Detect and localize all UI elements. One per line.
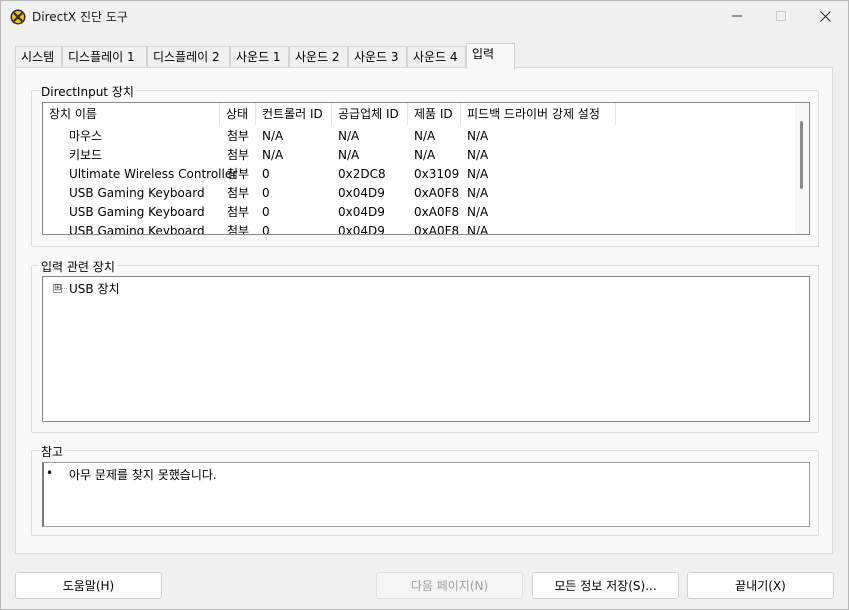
input-related-group: 입력 관련 장치 ⊞ USB 장치 [31, 258, 819, 433]
minimize-button[interactable] [714, 1, 760, 31]
ffb-driver-cell: N/A [467, 129, 489, 143]
directx-x-icon [10, 9, 26, 25]
tab-sound-1[interactable]: 사운드 1 [230, 46, 289, 68]
dxdiag-window: DirectX 진단 도구 시스템 디스플레이 1 디스플레이 2 사운드 1 … [0, 0, 849, 610]
ffb-driver-cell: N/A [467, 205, 489, 219]
device-name-cell: USB Gaming Keyboard [69, 224, 205, 235]
tab-system[interactable]: 시스템 [15, 46, 62, 68]
vendor-id-cell: 0x2DC8 [338, 167, 386, 181]
scrollbar-thumb[interactable] [800, 121, 803, 189]
product-id-cell: 0x3109 [414, 167, 460, 181]
directinput-device-list[interactable]: 장치 이름 상태 컨트롤러 ID 공급업체 ID 제품 ID 피드백 드라이버 … [42, 102, 810, 235]
minimize-icon [732, 15, 742, 17]
vendor-id-cell: 0x04D9 [338, 205, 385, 219]
status-cell: 첨부 [227, 148, 250, 162]
column-header-device-name[interactable]: 장치 이름 [43, 103, 220, 125]
notes-group: 참고 • 아무 문제를 찾지 못했습니다. [31, 443, 819, 536]
ffb-driver-cell: N/A [467, 186, 489, 200]
controller-id-cell: 0 [262, 186, 270, 200]
product-id-cell: 0xA0F8 [414, 186, 460, 200]
product-id-cell: N/A [414, 129, 436, 143]
device-name-cell: 키보드 [69, 148, 103, 162]
save-all-info-button[interactable]: 모든 정보 저장(S)... [532, 572, 679, 599]
window-title: DirectX 진단 도구 [32, 10, 128, 24]
related-devices-tree[interactable]: ⊞ USB 장치 [42, 276, 810, 422]
tab-sound-2[interactable]: 사운드 2 [289, 46, 348, 68]
tree-expand-icon[interactable]: ⊞ [53, 284, 62, 293]
controller-id-cell: 0 [262, 167, 270, 181]
help-button[interactable]: 도움말(H) [15, 572, 162, 599]
tab-display-2[interactable]: 디스플레이 2 [147, 46, 230, 68]
tree-connector [62, 288, 67, 289]
controller-id-cell: N/A [262, 129, 284, 143]
status-cell: 첨부 [227, 167, 250, 181]
tab-input[interactable]: 입력 [466, 43, 515, 69]
vendor-id-cell: 0x04D9 [338, 224, 385, 235]
notes-bullet: • [46, 466, 54, 480]
status-cell: 첨부 [227, 186, 250, 200]
list-item[interactable]: 마우스 첨부 N/A N/A N/A N/A [43, 127, 803, 146]
device-name-cell: 마우스 [69, 129, 103, 143]
tab-sound-3[interactable]: 사운드 3 [348, 46, 407, 68]
list-item[interactable]: USB Gaming Keyboard 첨부 0 0x04D9 0xA0F8 N… [43, 222, 803, 235]
vendor-id-cell: N/A [338, 129, 360, 143]
status-cell: 첨부 [227, 129, 250, 143]
ffb-driver-cell: N/A [467, 148, 489, 162]
ffb-driver-cell: N/A [467, 167, 489, 181]
device-name-cell: USB Gaming Keyboard [69, 186, 205, 200]
input-related-group-label: 입력 관련 장치 [39, 258, 117, 275]
vendor-id-cell: 0x04D9 [338, 186, 385, 200]
exit-button[interactable]: 끝내기(X) [687, 572, 834, 599]
maximize-button[interactable] [758, 1, 804, 31]
device-name-cell: USB Gaming Keyboard [69, 205, 205, 219]
product-id-cell: 0xA0F8 [414, 205, 460, 219]
close-icon [819, 10, 831, 22]
input-tab-panel: DirectInput 장치 장치 이름 상태 컨트롤러 ID 공급업체 ID … [15, 67, 833, 554]
list-item[interactable]: USB Gaming Keyboard 첨부 0 0x04D9 0xA0F8 N… [43, 203, 803, 222]
tab-display-1[interactable]: 디스플레이 1 [62, 46, 147, 68]
maximize-icon [776, 11, 786, 21]
product-id-cell: N/A [414, 148, 436, 162]
controller-id-cell: N/A [262, 148, 284, 162]
column-header-controller-id[interactable]: 컨트롤러 ID [256, 103, 332, 125]
directinput-group: DirectInput 장치 장치 이름 상태 컨트롤러 ID 공급업체 ID … [31, 83, 819, 247]
list-header: 장치 이름 상태 컨트롤러 ID 공급업체 ID 제품 ID 피드백 드라이버 … [43, 103, 809, 125]
ffb-driver-cell: N/A [467, 224, 489, 235]
status-cell: 첨부 [227, 224, 250, 235]
tree-item-usb-devices[interactable]: USB 장치 [69, 280, 120, 297]
product-id-cell: 0xA0F8 [414, 224, 460, 235]
status-cell: 첨부 [227, 205, 250, 219]
list-item[interactable]: 키보드 첨부 N/A N/A N/A N/A [43, 146, 803, 165]
list-item[interactable]: USB Gaming Keyboard 첨부 0 0x04D9 0xA0F8 N… [43, 184, 803, 203]
column-header-status[interactable]: 상태 [220, 103, 256, 125]
device-name-cell: Ultimate Wireless Controller [69, 167, 238, 181]
notes-group-label: 참고 [39, 443, 66, 460]
column-header-ffb-driver[interactable]: 피드백 드라이버 강제 설정 [461, 103, 616, 125]
column-header-product-id[interactable]: 제품 ID [408, 103, 461, 125]
vertical-scrollbar[interactable] [795, 103, 809, 234]
list-item[interactable]: Ultimate Wireless Controller 첨부 0 0x2DC8… [43, 165, 803, 184]
notes-item: 아무 문제를 찾지 못했습니다. [69, 468, 217, 482]
column-header-vendor-id[interactable]: 공급업체 ID [332, 103, 408, 125]
vendor-id-cell: N/A [338, 148, 360, 162]
directinput-group-label: DirectInput 장치 [39, 83, 136, 100]
title-bar[interactable]: DirectX 진단 도구 [1, 1, 848, 33]
next-page-button[interactable]: 다음 페이지(N) [376, 572, 523, 599]
tab-sound-4[interactable]: 사운드 4 [407, 46, 466, 68]
controller-id-cell: 0 [262, 224, 270, 235]
controller-id-cell: 0 [262, 205, 270, 219]
notes-textbox[interactable]: • 아무 문제를 찾지 못했습니다. [42, 462, 810, 527]
close-button[interactable] [802, 1, 848, 31]
